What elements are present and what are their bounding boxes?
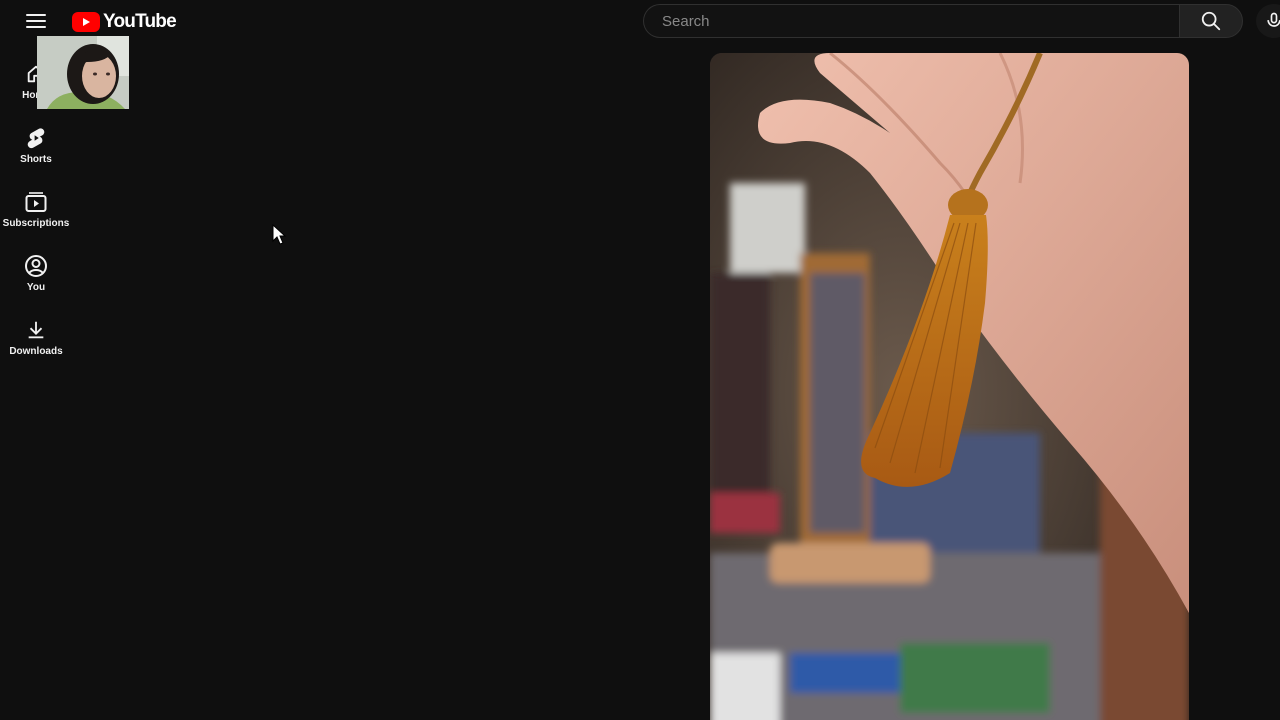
sidebar-item-label: Shorts xyxy=(20,154,52,165)
microphone-icon xyxy=(1267,12,1280,27)
sidebar-item-label: Subscriptions xyxy=(2,218,70,229)
shorts-icon xyxy=(26,126,46,150)
search-button[interactable] xyxy=(1179,4,1243,38)
download-icon xyxy=(25,318,47,342)
play-logo-icon xyxy=(72,12,100,32)
webcam-overlay xyxy=(37,36,135,109)
logo-text: YouTube xyxy=(103,11,177,32)
account-icon xyxy=(24,254,48,278)
shorts-video-player[interactable] xyxy=(710,53,1189,720)
sidebar-item-label: Downloads xyxy=(9,346,63,357)
subscriptions-icon xyxy=(24,190,48,214)
voice-search-button[interactable] xyxy=(1256,4,1280,38)
mouse-pointer-icon xyxy=(272,224,287,245)
sidebar-item-you[interactable]: You xyxy=(0,252,72,312)
sidebar-item-label: You xyxy=(26,282,46,293)
search-input[interactable] xyxy=(660,11,1163,31)
youtube-logo[interactable]: YouTube xyxy=(72,11,177,33)
youtube-app: YouTube Home xyxy=(0,0,1280,720)
sidebar-item-shorts[interactable]: Shorts xyxy=(0,124,72,184)
search-box xyxy=(643,4,1179,38)
sidebar-item-subscriptions[interactable]: Subscriptions xyxy=(0,188,72,248)
menu-icon[interactable] xyxy=(26,14,46,30)
sidebar-item-downloads[interactable]: Downloads xyxy=(0,316,72,376)
search-icon xyxy=(1201,11,1221,31)
